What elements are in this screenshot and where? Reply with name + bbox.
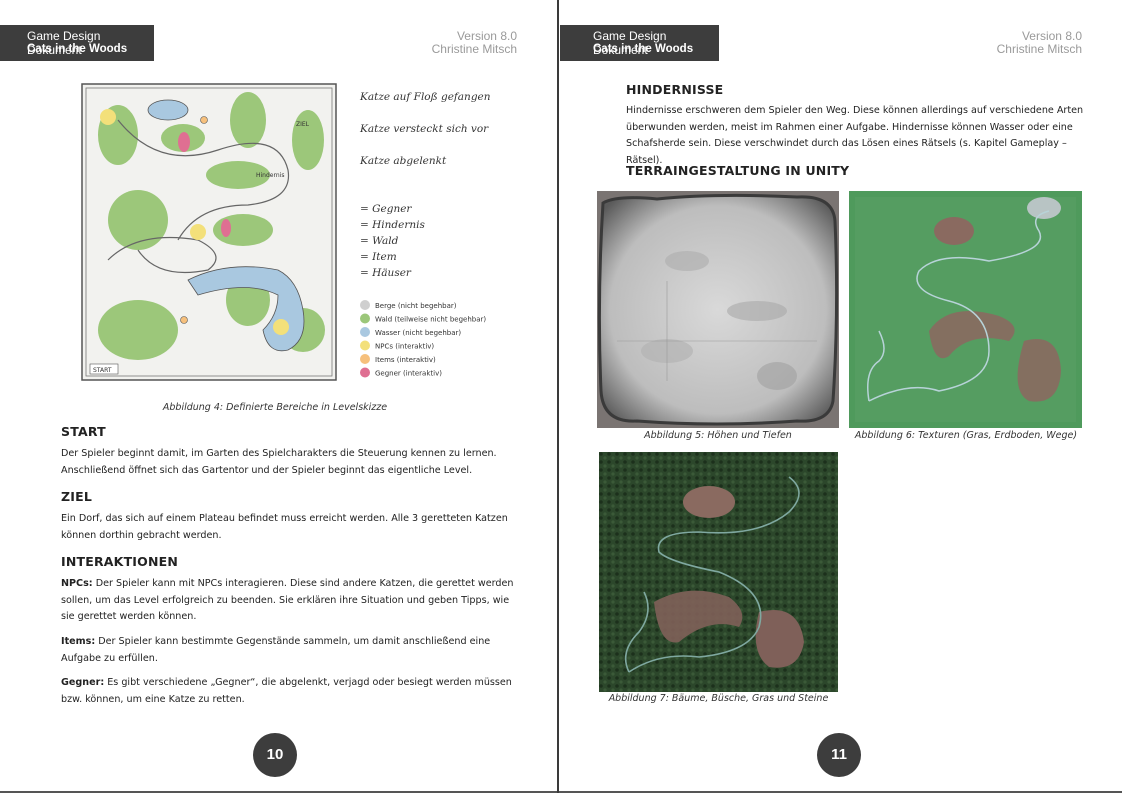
legend-swatch (360, 313, 370, 324)
map-label-start: START (93, 367, 112, 374)
annotation-2: Katze versteckt sich vor Gegner (359, 123, 492, 135)
paragraph-start: Der Spieler beginnt damit, im Garten des… (61, 448, 497, 476)
author-text: Christine Mitsch (431, 42, 517, 56)
figure-7-trees (599, 452, 838, 692)
map-label-hindernis: Hindernis (256, 172, 284, 179)
heading-interaktionen: INTERAKTIONEN (61, 554, 179, 569)
figure-4-caption: Abbildung 4: Definierte Bereiche in Leve… (162, 402, 388, 413)
label-items: Items: (61, 636, 96, 647)
paragraph-hindernisse: Hindernisse erschweren dem Spieler den W… (626, 105, 1084, 166)
legend-symbol-5: = Häuser (360, 267, 412, 279)
legend-swatch (360, 354, 370, 364)
paragraph-npcs: NPCs: Der Spieler kann mit NPCs interagi… (61, 576, 523, 626)
annotation-1: Katze auf Floß gefangen (359, 91, 491, 103)
heightmap-image (597, 191, 839, 428)
label-npcs: NPCs: (61, 578, 93, 589)
legend-swatch (360, 327, 370, 337)
annotation-3: Katze abgelenkt (359, 155, 447, 167)
figure-7-caption: Abbildung 7: Bäume, Büsche, Gras und Ste… (608, 693, 829, 704)
legend-symbol-1: = Gegner (360, 203, 412, 215)
figure-6-textures (849, 191, 1082, 428)
legend-symbol-3: = Wald (360, 235, 399, 247)
figure-5-caption: Abbildung 5: Höhen und Tiefen (644, 430, 792, 441)
level-sketch-figure: START ZIEL Hindernis Katze auf Floß gefa… (78, 80, 492, 385)
paragraph-gegner: Gegner: Es gibt verschiedene „Gegner“, d… (61, 675, 523, 708)
legend-label: Wald (teilweise nicht begehbar) (375, 316, 486, 324)
heading-start: START (61, 424, 106, 439)
texture-image (849, 191, 1082, 428)
figure-6-caption: Abbildung 6: Texturen (Gras, Erdboden, W… (854, 430, 1078, 441)
page-number-left: 10 (253, 733, 297, 777)
legend-swatch (360, 340, 370, 351)
level-sketch-map: START ZIEL Hindernis Katze auf Floß gefa… (78, 80, 492, 385)
header-label: Game Design Dokument Cats in the Woods (560, 25, 719, 61)
meta-info: Version 8.0 Christine Mitsch (432, 30, 517, 56)
legend-symbol-2: = Hindernis (360, 219, 425, 231)
legend-label: Items (interaktiv) (375, 356, 436, 364)
label-gegner: Gegner: (61, 677, 105, 688)
page-left: Game Design Dokument Cats in the Woods V… (0, 0, 557, 793)
legend-swatch (360, 367, 370, 378)
text-npcs: Der Spieler kann mit NPCs interagieren. … (61, 578, 514, 622)
text-gegner: Es gibt verschiedene „Gegner“, die abgel… (61, 677, 512, 705)
heading-terrain: TERRAINGESTALTUNG IN UNITY (626, 163, 850, 178)
game-title: Cats in the Woods (27, 43, 128, 55)
legend-label: Berge (nicht begehbar) (375, 302, 457, 310)
header-label: Game Design Dokument Cats in the Woods (0, 25, 154, 61)
legend-label: Gegner (interaktiv) (375, 370, 442, 378)
heading-hindernisse: HINDERNISSE (626, 82, 724, 97)
legend-symbol-4: = Item (360, 251, 397, 263)
page-right: Game Design Dokument Cats in the Woods V… (559, 0, 1122, 793)
figure-5-heightmap (597, 191, 839, 428)
map-label-ziel: ZIEL (296, 121, 310, 128)
legend-swatch (360, 300, 370, 310)
legend-label: NPCs (interaktiv) (375, 343, 434, 351)
game-title: Cats in the Woods (593, 43, 694, 55)
heading-ziel: ZIEL (61, 489, 93, 504)
meta-info: Version 8.0 Christine Mitsch (997, 30, 1082, 56)
author-text: Christine Mitsch (996, 42, 1082, 56)
legend-label: Wasser (nicht begehbar) (375, 329, 461, 337)
page-number-right: 11 (817, 733, 861, 777)
trees-image (599, 452, 838, 692)
paragraph-items: Items: Der Spieler kann bestimmte Gegens… (61, 634, 523, 667)
paragraph-ziel: Ein Dorf, das sich auf einem Plateau bef… (61, 513, 508, 541)
text-items: Der Spieler kann bestimmte Gegenstände s… (61, 636, 491, 664)
